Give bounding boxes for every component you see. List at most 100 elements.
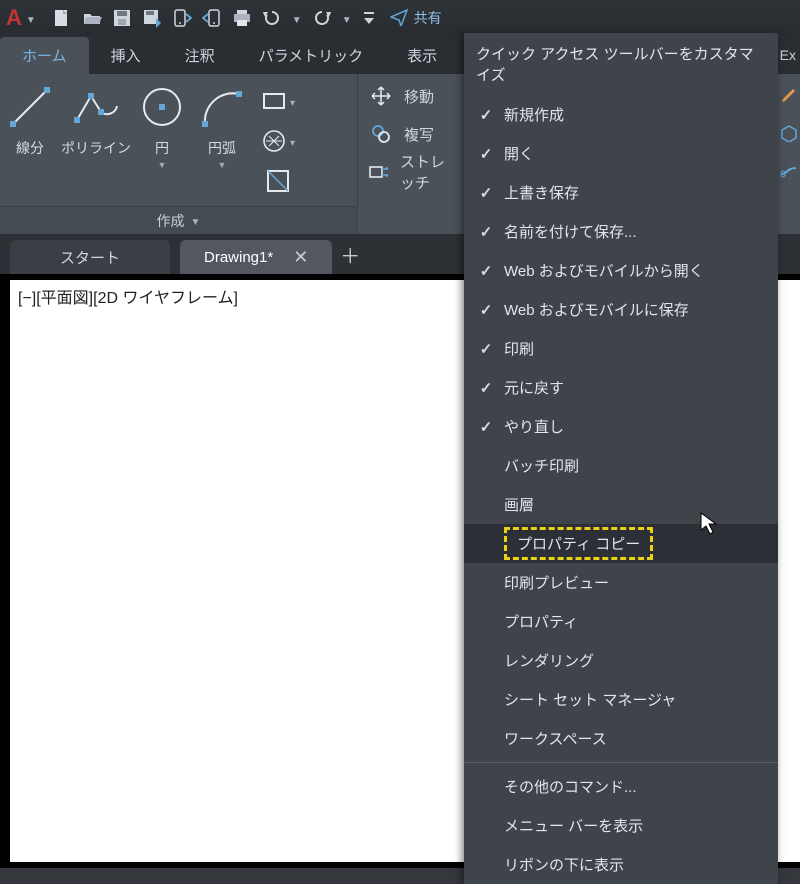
circle-label: 円 — [155, 138, 169, 158]
qat-item-workspace[interactable]: ワークスペース — [464, 719, 778, 758]
qat-item-open[interactable]: ✓開く — [464, 134, 778, 173]
qat-item-plotpreview[interactable]: 印刷プレビュー — [464, 563, 778, 602]
boundary-button[interactable] — [258, 164, 298, 198]
check-icon: ✓ — [476, 223, 496, 241]
tab-express-partial[interactable]: Ex — [778, 36, 800, 74]
chevron-down-icon: ▼ — [158, 160, 167, 170]
qat-item-matchprop[interactable]: プロパティ コピー — [464, 524, 778, 563]
sweep-icon[interactable] — [780, 162, 798, 180]
copy-button[interactable]: 複写 — [368, 118, 458, 150]
circle-icon — [139, 82, 185, 132]
open-icon[interactable] — [82, 8, 102, 28]
polyline-icon — [73, 82, 119, 132]
copy-label: 複写 — [404, 124, 434, 145]
save-as-icon[interactable] — [142, 8, 162, 28]
chevron-down-icon[interactable]: ▼ — [342, 15, 352, 26]
qat-item-more-commands[interactable]: その他のコマンド... — [464, 767, 778, 806]
share-button[interactable]: 共有 — [390, 8, 442, 29]
qat-item-show-below-ribbon[interactable]: リボンの下に表示 — [464, 845, 778, 884]
qat-item-show-menubar[interactable]: メニュー バーを表示 — [464, 806, 778, 845]
move-icon — [368, 83, 394, 109]
rectangle-button[interactable]: ▾ — [258, 84, 298, 118]
check-icon: ✓ — [476, 418, 496, 436]
undo-icon[interactable] — [262, 8, 282, 28]
qat-item-new[interactable]: ✓新規作成 — [464, 95, 778, 134]
stretch-label: ストレッチ — [400, 151, 458, 193]
tab-home[interactable]: ホーム — [0, 37, 89, 74]
check-icon: ✓ — [476, 262, 496, 280]
qat-item-properties[interactable]: プロパティ — [464, 602, 778, 641]
right-tool-palette — [778, 74, 800, 234]
new-tab-button[interactable]: ＋ — [332, 236, 368, 272]
viewport-controls[interactable]: [−][平面図][2D ワイヤフレーム] — [18, 284, 238, 308]
close-icon[interactable]: ✕ — [293, 247, 308, 268]
paper-plane-icon — [390, 8, 408, 29]
print-icon[interactable] — [232, 8, 252, 28]
qat-item-saveas[interactable]: ✓名前を付けて保存... — [464, 212, 778, 251]
tab-drawing[interactable]: Drawing1* ✕ — [180, 240, 332, 274]
redo-icon[interactable] — [312, 8, 332, 28]
qat-item-print[interactable]: ✓印刷 — [464, 329, 778, 368]
chevron-down-icon[interactable]: ▼ — [292, 15, 302, 26]
stretch-icon — [368, 159, 390, 185]
arc-label: 円弧 — [208, 138, 236, 158]
circle-button[interactable]: 円 ▼ — [132, 80, 192, 170]
qat-item-sheetset[interactable]: シート セット マネージャ — [464, 680, 778, 719]
chevron-down-icon: ▼ — [218, 160, 227, 170]
draw-panel-label: 作成 — [157, 211, 185, 231]
chevron-down-icon: ▼ — [26, 15, 36, 26]
save-icon[interactable] — [112, 8, 132, 28]
panel-modify: 移動 複写 ストレッチ — [358, 74, 468, 234]
polyline-label: ポリライン — [61, 138, 131, 158]
quick-access-toolbar: ▼ ▼ — [52, 8, 376, 28]
arc-icon — [199, 82, 245, 132]
stretch-button[interactable]: ストレッチ — [368, 156, 458, 188]
check-icon: ✓ — [476, 340, 496, 358]
qat-item-render[interactable]: レンダリング — [464, 641, 778, 680]
qat-item-batchplot[interactable]: バッチ印刷 — [464, 446, 778, 485]
new-icon[interactable] — [52, 8, 72, 28]
qat-item-layer[interactable]: 画層 — [464, 485, 778, 524]
chevron-down-icon: ▼ — [191, 217, 201, 228]
titlebar: A ▼ ▼ ▼ — [0, 0, 800, 36]
qat-item-web-open[interactable]: ✓Web およびモバイルから開く — [464, 251, 778, 290]
hatch-button[interactable]: ▾ — [258, 124, 298, 158]
drawing-tab-label: Drawing1* — [204, 249, 273, 266]
draw-small-col-1: ▾ ▾ — [252, 80, 304, 198]
copy-icon — [368, 121, 394, 147]
box-icon[interactable] — [780, 124, 798, 142]
qat-item-redo[interactable]: ✓やり直し — [464, 407, 778, 446]
autocad-a-icon: A — [6, 5, 22, 31]
polyline-button[interactable]: ポリライン — [60, 80, 132, 158]
menu-separator — [464, 762, 778, 763]
arc-button[interactable]: 円弧 ▼ — [192, 80, 252, 170]
panel-draw: 線分 ポリライン 円 ▼ 円弧 ▼ — [0, 74, 358, 234]
tab-parametric[interactable]: パラメトリック — [237, 37, 386, 74]
qat-customize-icon[interactable] — [362, 8, 376, 28]
qat-menu-title: クイック アクセス ツールバーをカスタマイズ — [464, 33, 778, 95]
qat-customize-menu: クイック アクセス ツールバーをカスタマイズ ✓新規作成 ✓開く ✓上書き保存 … — [464, 33, 778, 884]
line-button[interactable]: 線分 — [0, 80, 60, 158]
move-label: 移動 — [404, 86, 434, 107]
panel-draw-title[interactable]: 作成 ▼ — [0, 206, 357, 234]
qat-item-save[interactable]: ✓上書き保存 — [464, 173, 778, 212]
app-logo[interactable]: A ▼ — [6, 5, 36, 31]
tab-insert[interactable]: 挿入 — [89, 37, 163, 74]
move-button[interactable]: 移動 — [368, 80, 458, 112]
check-icon: ✓ — [476, 106, 496, 124]
web-open-icon[interactable] — [172, 8, 192, 28]
line-label: 線分 — [16, 138, 44, 158]
tab-start[interactable]: スタート — [10, 240, 170, 274]
web-save-icon[interactable] — [202, 8, 222, 28]
line-icon — [7, 82, 53, 132]
qat-item-web-save[interactable]: ✓Web およびモバイルに保存 — [464, 290, 778, 329]
check-icon: ✓ — [476, 301, 496, 319]
check-icon: ✓ — [476, 184, 496, 202]
pencil-icon[interactable] — [780, 86, 798, 104]
share-label: 共有 — [414, 8, 442, 28]
check-icon: ✓ — [476, 145, 496, 163]
tab-view[interactable]: 表示 — [385, 37, 459, 74]
tab-annotate[interactable]: 注釈 — [163, 37, 237, 74]
check-icon: ✓ — [476, 379, 496, 397]
qat-item-undo[interactable]: ✓元に戻す — [464, 368, 778, 407]
